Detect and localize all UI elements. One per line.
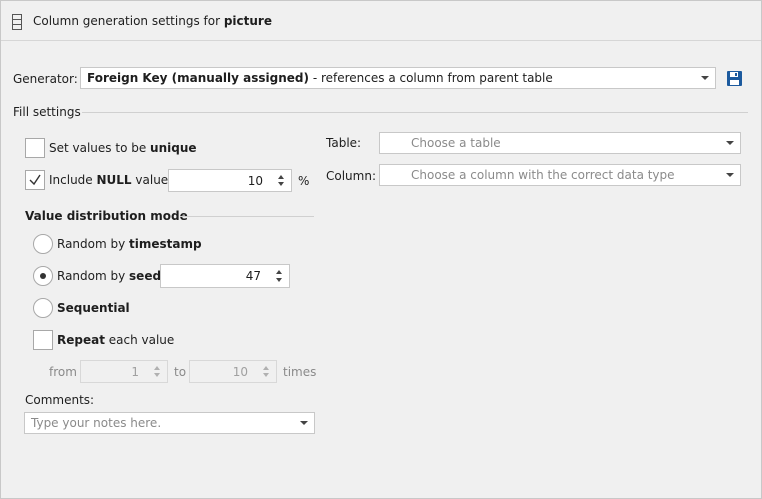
column-select[interactable]: Choose a column with the correct data ty… [379,164,741,186]
repeat-to-label: to [174,365,187,379]
random-timestamp-radio[interactable] [33,234,53,254]
null-percent-stepper[interactable]: 10 [168,169,292,192]
fill-settings-divider [82,112,748,113]
seed-stepper[interactable]: 47 [160,264,290,288]
percent-unit: % [298,174,310,188]
table-select[interactable]: Choose a table [379,132,741,154]
repeat-to-stepper[interactable]: 10 [189,360,277,383]
spin-down-icon[interactable] [263,373,269,377]
column-label: Column: [326,169,376,183]
comments-label: Comments: [25,393,95,407]
repeat-checkbox[interactable] [33,330,53,350]
include-null-label: Include NULL values [49,173,175,187]
repeat-from-stepper[interactable]: 1 [80,360,168,383]
generator-select[interactable]: Foreign Key (manually assigned) - refere… [80,67,716,89]
floppy-disk-icon[interactable] [727,71,742,86]
random-seed-label: Random by seed [57,269,162,283]
seed-value: 47 [245,269,261,283]
comments-placeholder: Type your notes here. [31,416,162,430]
spin-up-icon[interactable] [276,270,282,274]
column-placeholder: Choose a column with the correct data ty… [411,168,675,182]
generator-value-name: Foreign Key (manually assigned) [87,71,309,85]
repeat-times-label: times [283,365,317,379]
spin-up-icon[interactable] [154,366,160,370]
chevron-down-icon [701,76,709,80]
spin-down-icon[interactable] [278,182,284,186]
distribution-title: Value distribution mode [25,209,188,223]
checkmark-icon [29,174,41,186]
repeat-from-value: 1 [131,365,139,379]
unique-label: Set values to be unique [49,141,197,155]
sequential-label: Sequential [57,301,130,315]
repeat-from-label: from [49,365,77,379]
sequential-radio[interactable] [33,298,53,318]
random-seed-radio[interactable] [33,266,53,286]
repeat-to-value: 10 [232,365,248,379]
comments-input[interactable]: Type your notes here. [24,412,315,434]
null-percent-value: 10 [247,174,263,188]
fill-settings-title: Fill settings [13,105,81,119]
generator-value-description: - references a column from parent table [309,71,553,85]
include-null-checkbox[interactable] [25,170,45,190]
radio-selected-dot [40,273,46,279]
distribution-divider [180,216,314,217]
spin-up-icon[interactable] [278,175,284,179]
random-timestamp-label: Random by timestamp [57,237,202,251]
chevron-down-icon[interactable] [300,421,308,425]
unique-checkbox[interactable] [25,138,45,158]
chevron-down-icon [726,173,734,177]
generator-label: Generator: [13,72,78,86]
spin-down-icon[interactable] [276,278,282,282]
table-label: Table: [326,136,362,150]
table-placeholder: Choose a table [411,136,501,150]
spin-down-icon[interactable] [154,373,160,377]
chevron-down-icon [726,141,734,145]
spin-up-icon[interactable] [263,366,269,370]
page-title: Column generation settings for picture [33,14,272,28]
repeat-label: Repeat each value [57,333,175,347]
column-grid-icon [12,14,22,30]
